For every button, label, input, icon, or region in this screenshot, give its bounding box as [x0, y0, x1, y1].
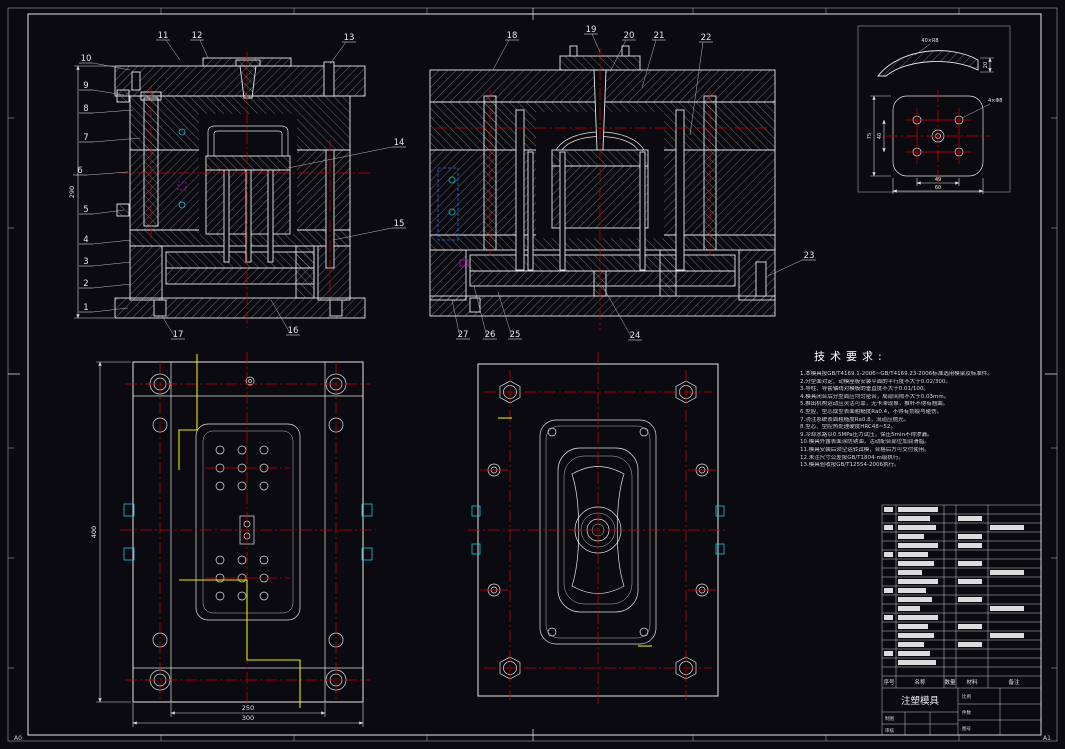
- balloon-callout: 12: [190, 31, 209, 59]
- tech-requirement-line: 6.型腔、型芯成型表面粗糙度Ra0.4，不得有划痕与碰伤。: [800, 408, 943, 415]
- svg-text:19: 19: [586, 25, 597, 35]
- balloon-callout: 11: [156, 31, 181, 61]
- balloon-callout: 19: [584, 25, 601, 53]
- plan-width2-dim: 300: [242, 714, 254, 722]
- svg-text:9: 9: [83, 81, 88, 91]
- section-height-dim: 290: [68, 65, 114, 319]
- svg-text:8: 8: [83, 104, 88, 114]
- bom-header-name: 名称: [914, 678, 926, 686]
- tech-requirement-line: 7.浇注系统表面粗糙度Ra0.8，流道应抛光。: [800, 416, 910, 423]
- drawing-canvas: A0 A1 40×R8 20 75 40 49 60 4×Φ8 400 250 …: [0, 0, 1065, 749]
- svg-text:7: 7: [83, 133, 88, 143]
- detail-dim-h1: 75: [867, 133, 873, 139]
- balloon-callout: 4: [79, 235, 132, 245]
- sheet-zone-label-right: A1: [1043, 735, 1051, 742]
- balloon-callout: 8: [79, 104, 134, 114]
- plan-height-dim: 400: [90, 526, 98, 538]
- tech-requirement-line: 1.本模具按GB/T4169.1-2006~GB/T4169.23-2006标准…: [800, 371, 993, 377]
- svg-text:2: 2: [83, 279, 88, 289]
- plan-width1-dim: 250: [242, 704, 254, 712]
- bom-header-material: 材料: [966, 678, 978, 686]
- tech-requirement-line: 4.模具闭合后分型面应均匀密合，局部间隙不大于0.03mm。: [800, 393, 950, 400]
- plan-view-center: [468, 352, 728, 706]
- technical-requirements: 技术要求: 1.本模具按GB/T4169.1-2006~GB/T4169.23-…: [800, 348, 1048, 470]
- svg-text:26: 26: [485, 330, 496, 340]
- svg-text:14: 14: [394, 138, 405, 148]
- tech-requirement-line: 9.冷却水路以0.5MPa压力试压，保压5min不得渗漏。: [800, 431, 933, 438]
- right-section-view: [429, 45, 776, 330]
- svg-text:13: 13: [344, 33, 355, 43]
- detail-dim-w2: 60: [935, 185, 941, 191]
- bom-header-index: 序号: [883, 678, 895, 686]
- detail-view: 40×R8 20 75 40 49 60 4×Φ8: [857, 25, 1011, 194]
- plan-view-left: 400 250 300: [90, 352, 376, 727]
- svg-text:18: 18: [507, 31, 518, 41]
- bom-header-qty: 数量: [944, 678, 956, 686]
- svg-text:1: 1: [83, 303, 88, 313]
- detail-dim-holes: 4×Φ8: [988, 98, 1003, 104]
- tech-requirement-line: 10.模具外露表面涂防锈油，活动配合部位加润滑脂。: [800, 439, 930, 446]
- tech-requirement-line: 11.模具安装后须空运转试模，合格后方可交付使用。: [800, 446, 930, 453]
- svg-text:4: 4: [83, 235, 88, 245]
- balloon-callout: 18: [492, 31, 519, 71]
- tech-requirement-line: 2.分型面对定、动模座板安装平面的平行度不大于0.02/300。: [800, 378, 951, 385]
- title-block-label-dwgno: 图号: [962, 726, 971, 732]
- svg-text:3: 3: [83, 257, 88, 267]
- svg-text:27: 27: [458, 330, 469, 340]
- title-block-label-checker: 审核: [885, 727, 894, 734]
- svg-text:21: 21: [654, 31, 665, 41]
- balloon-callout: 13: [329, 33, 356, 65]
- svg-text:20: 20: [624, 31, 635, 41]
- svg-text:12: 12: [192, 31, 203, 41]
- tech-requirement-line: 5.推出机构运动应灵活可靠，无卡滞现象，推杆不得有翘曲。: [800, 401, 949, 408]
- detail-dim-w1: 49: [935, 177, 941, 183]
- svg-text:22: 22: [701, 33, 712, 43]
- svg-text:5: 5: [83, 205, 88, 215]
- svg-text:15: 15: [394, 219, 405, 229]
- balloon-callout: 6: [73, 166, 129, 176]
- tech-requirements-title: 技术要求:: [814, 350, 887, 363]
- title-block-label-qty: 件数: [962, 709, 971, 716]
- detail-dim-top: 40×R8: [921, 38, 938, 44]
- left-section-view: [114, 52, 372, 328]
- svg-text:16: 16: [288, 326, 299, 336]
- tech-requirement-line: 13.模具验收按GB/T12554-2006执行。: [800, 462, 900, 469]
- drawing-title: 注塑模具: [901, 695, 940, 707]
- title-block-label-drafter: 制图: [885, 715, 894, 722]
- detail-dim-side: 20: [983, 62, 989, 68]
- balloon-callout: 3: [79, 257, 132, 267]
- svg-text:23: 23: [804, 251, 815, 261]
- bom-header-note: 备注: [1008, 678, 1020, 686]
- svg-text:6: 6: [77, 166, 82, 176]
- sheet-zone-label-left: A0: [14, 735, 22, 742]
- svg-text:10: 10: [81, 54, 92, 64]
- svg-text:11: 11: [158, 31, 169, 41]
- svg-text:290: 290: [68, 186, 76, 198]
- tech-requirement-line: 12.未注尺寸公差按GB/T1804-m级执行。: [800, 454, 904, 461]
- detail-dim-h2: 40: [877, 133, 883, 139]
- balloon-callout: 17: [161, 315, 185, 340]
- tech-requirement-line: 8.型芯、型腔热处理硬度HRC48~52。: [800, 424, 896, 431]
- tech-requirement-line: 3.导柱、导套轴线对模板的垂直度不大于0.01/100。: [800, 386, 929, 393]
- title-block-label-scale: 比例: [962, 693, 971, 700]
- svg-text:24: 24: [630, 331, 641, 341]
- balloon-callout: 2: [79, 279, 132, 289]
- svg-text:17: 17: [173, 330, 184, 340]
- parts-list-table: 序号 名称 数量 材料 备注 注塑模具 制图 审核 比例 件数 图号: [881, 504, 1042, 736]
